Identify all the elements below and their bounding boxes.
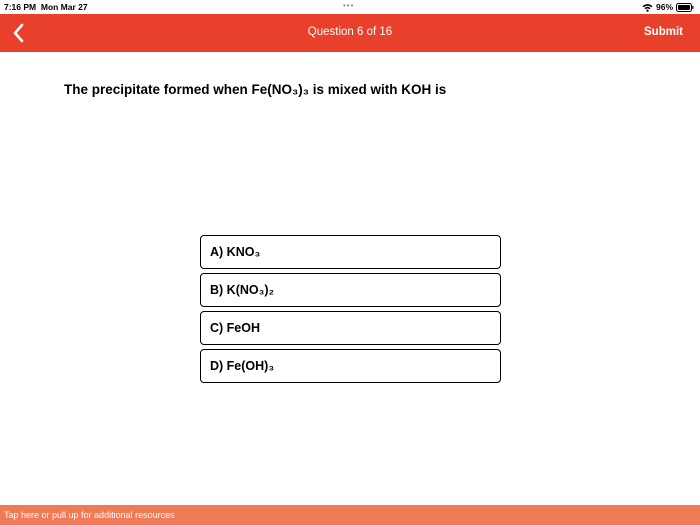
answer-option-c[interactable]: C) FeOH <box>200 311 501 345</box>
status-time: 7:16 PM Mon Mar 27 <box>4 2 88 12</box>
status-indicators: 96% <box>642 2 694 12</box>
answer-option-b[interactable]: B) K(NO₃)₂ <box>200 273 501 307</box>
battery-percent: 96% <box>655 2 673 12</box>
question-text: The precipitate formed when Fe(NO₃)₃ is … <box>64 82 447 97</box>
status-date: Mon Mar 27 <box>40 2 88 12</box>
status-bar: 7:16 PM Mon Mar 27 ••• 96% <box>0 0 700 14</box>
answer-option-a[interactable]: A) KNO₃ <box>200 235 501 269</box>
submit-button[interactable]: Submit <box>644 26 683 38</box>
nav-bar: Question 6 of 16 Submit <box>0 14 700 52</box>
multitasking-dots: ••• <box>343 1 355 10</box>
answer-options: A) KNO₃ B) K(NO₃)₂ C) FeOH D) Fe(OH)₃ <box>200 235 501 387</box>
wifi-icon <box>642 3 653 12</box>
additional-resources-bar[interactable]: Tap here or pull up for additional resou… <box>0 505 700 525</box>
question-counter-title: Question 6 of 16 <box>307 26 393 38</box>
battery-icon <box>676 2 694 12</box>
answer-option-d[interactable]: D) Fe(OH)₃ <box>200 349 501 383</box>
